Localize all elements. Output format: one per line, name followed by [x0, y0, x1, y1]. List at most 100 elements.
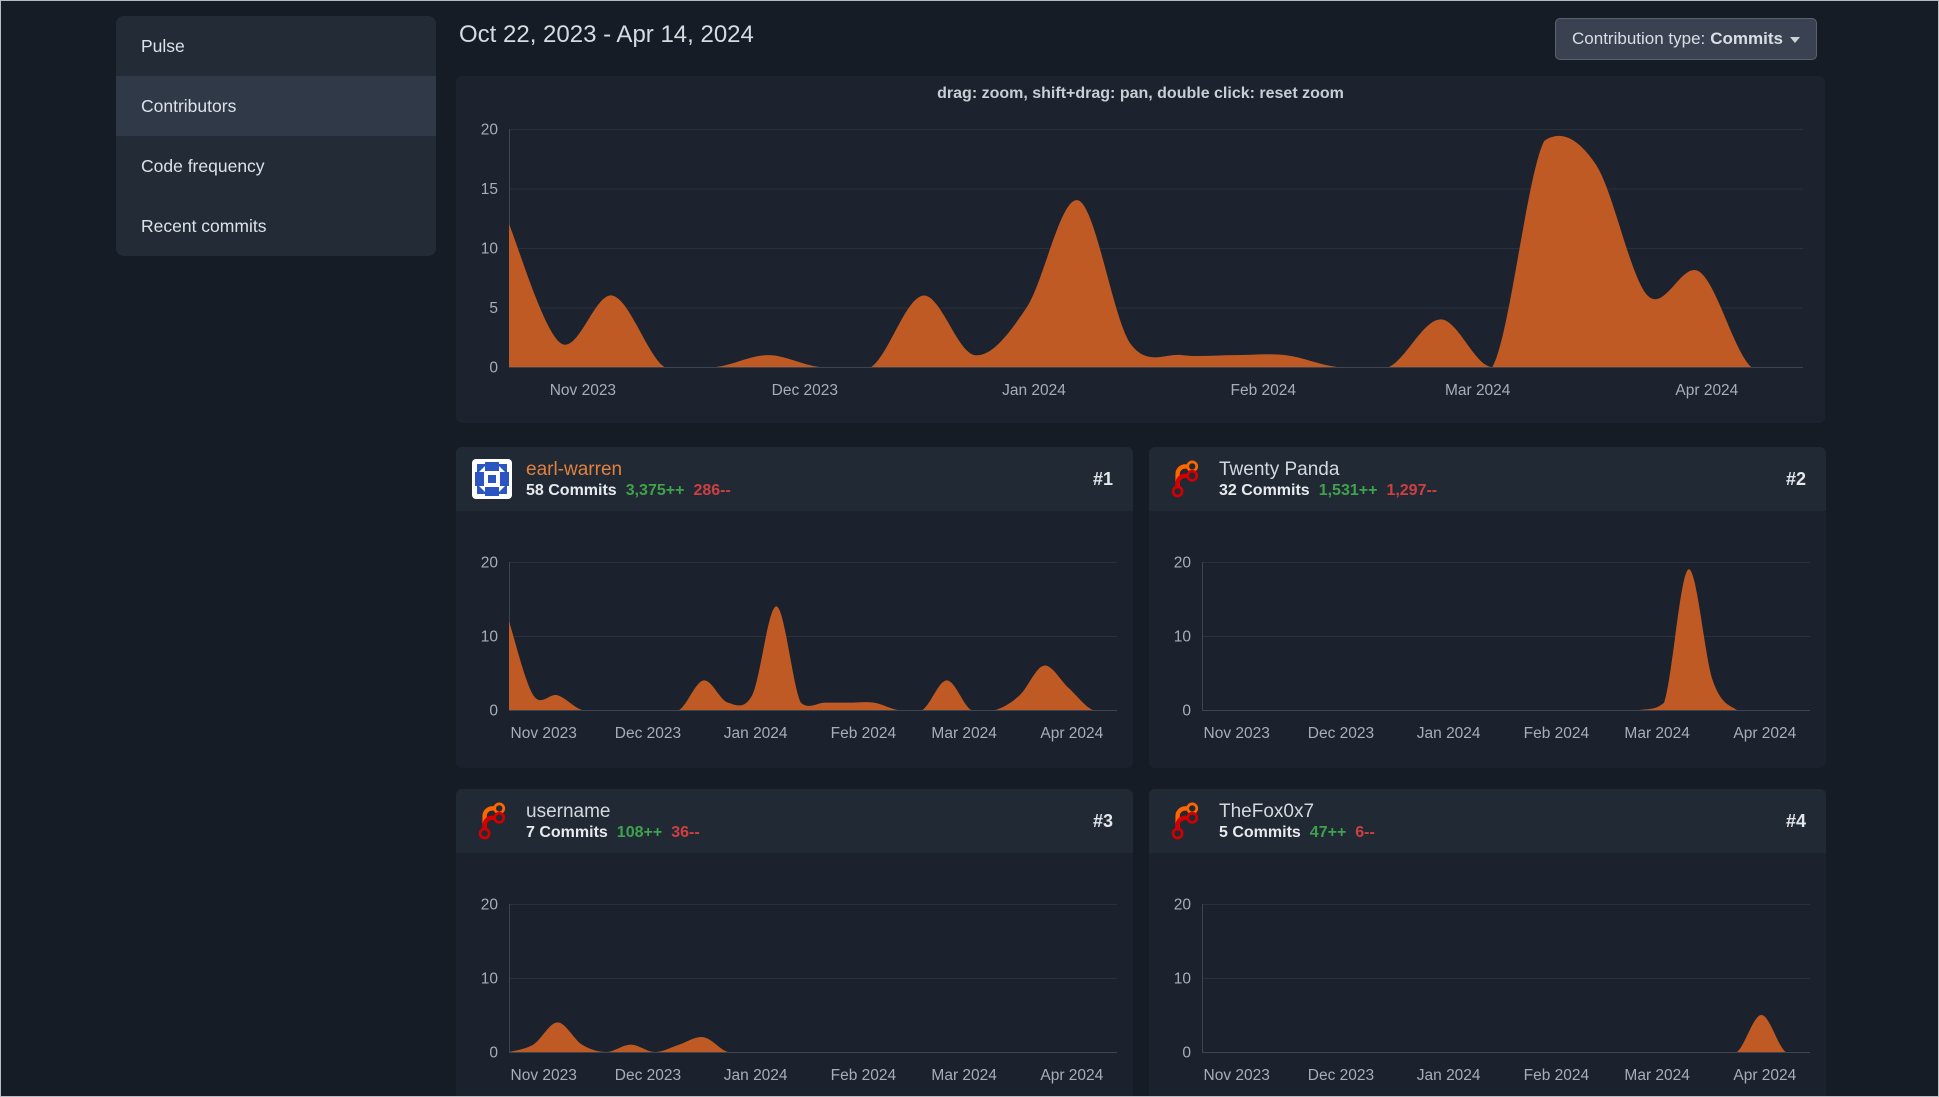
contribution-type-value: Commits: [1710, 29, 1783, 48]
rank-badge: #3: [1092, 810, 1113, 831]
deletions-count: 286--: [693, 481, 731, 499]
svg-text:0: 0: [1182, 1045, 1191, 1062]
contributor-info: TheFox0x7 5 Commits 47++ 6--: [1219, 801, 1375, 842]
chart-zoom-hint: drag: zoom, shift+drag: pan, double clic…: [937, 85, 1344, 102]
sidebar-item-contributors[interactable]: Contributors: [116, 76, 436, 136]
contributor-stats: 7 Commits 108++ 36--: [526, 823, 700, 842]
svg-text:Apr 2024: Apr 2024: [1040, 725, 1103, 742]
forgejo-logo-avatar: [1165, 801, 1205, 841]
contributor-commits-chart[interactable]: 0 10 20 Nov 2023 Dec 2023 Jan 2024 Feb 2024 Mar…: [456, 853, 1133, 1096]
contributor-stats: 32 Commits 1,531++ 1,297--: [1219, 481, 1437, 500]
sidebar-item-recent-commits[interactable]: Recent commits: [116, 196, 436, 256]
svg-text:Jan 2024: Jan 2024: [1417, 725, 1481, 742]
commit-count: 7 Commits: [526, 823, 608, 841]
contributor-card: username 7 Commits 108++ 36-- #3 0 10 20 No…: [456, 789, 1133, 1096]
svg-text:0: 0: [489, 1045, 498, 1062]
sidebar-item-label: Pulse: [141, 35, 185, 56]
svg-text:Dec 2023: Dec 2023: [1308, 1067, 1374, 1084]
contributor-name-link[interactable]: TheFox0x7: [1219, 801, 1375, 823]
svg-text:0: 0: [489, 360, 498, 377]
svg-text:5: 5: [489, 300, 498, 317]
svg-text:Mar 2024: Mar 2024: [931, 725, 997, 742]
svg-text:Jan 2024: Jan 2024: [1002, 382, 1066, 399]
svg-text:Nov 2023: Nov 2023: [511, 725, 577, 742]
svg-text:Nov 2023: Nov 2023: [550, 382, 616, 399]
commit-count: 32 Commits: [1219, 481, 1310, 499]
date-range-title: Oct 22, 2023 - Apr 14, 2024: [459, 21, 754, 48]
svg-text:Feb 2024: Feb 2024: [1524, 725, 1590, 742]
additions-count: 47++: [1309, 823, 1347, 841]
forgejo-logo-image: [478, 802, 506, 840]
svg-text:Mar 2024: Mar 2024: [1624, 1067, 1690, 1084]
svg-text:0: 0: [1182, 703, 1191, 720]
contributor-card: TheFox0x7 5 Commits 47++ 6-- #4 0 10 20 Nov…: [1149, 789, 1826, 1096]
additions-count: 108++: [616, 823, 663, 841]
svg-text:Mar 2024: Mar 2024: [1624, 725, 1690, 742]
forgejo-logo-image: [1171, 802, 1199, 840]
svg-text:Jan 2024: Jan 2024: [724, 725, 788, 742]
svg-text:20: 20: [481, 122, 499, 139]
main-chart-panel: 0 5 10 15 20 Nov 2023 Dec 2023 Jan 2024 Feb 2024…: [456, 76, 1825, 423]
commit-count: 5 Commits: [1219, 823, 1301, 841]
contributor-commits-chart[interactable]: 0 10 20 Nov 2023 Dec 2023 Jan 2024 Feb 2024 Mar…: [1149, 853, 1826, 1096]
forgejo-logo-avatar: [472, 801, 512, 841]
contribution-type-label: Contribution type:: [1572, 29, 1706, 48]
svg-text:Dec 2023: Dec 2023: [1308, 725, 1374, 742]
contributor-commits-chart[interactable]: 0 10 20 Nov 2023 Dec 2023 Jan 2024 Feb 2024 Mar…: [1149, 511, 1826, 768]
svg-text:Dec 2023: Dec 2023: [615, 725, 681, 742]
contributors-page: Pulse Contributors Code frequency Recent…: [0, 0, 1939, 1097]
contributor-stats: 58 Commits 3,375++ 286--: [526, 481, 731, 500]
svg-text:20: 20: [1174, 897, 1192, 914]
svg-text:Feb 2024: Feb 2024: [1524, 1067, 1590, 1084]
svg-text:Nov 2023: Nov 2023: [1204, 1067, 1270, 1084]
contributor-card-header: earl-warren 58 Commits 3,375++ 286-- #1: [456, 447, 1133, 511]
contributor-stats: 5 Commits 47++ 6--: [1219, 823, 1375, 842]
contribution-type-dropdown[interactable]: Contribution type: Commits: [1555, 18, 1817, 60]
svg-text:Mar 2024: Mar 2024: [931, 1067, 997, 1084]
svg-text:10: 10: [481, 629, 499, 646]
commit-count: 58 Commits: [526, 481, 617, 499]
contributor-card: earl-warren 58 Commits 3,375++ 286-- #1 …: [456, 447, 1133, 768]
svg-text:Feb 2024: Feb 2024: [1231, 382, 1297, 399]
contributor-name-link[interactable]: Twenty Panda: [1219, 459, 1437, 481]
svg-text:Apr 2024: Apr 2024: [1675, 382, 1738, 399]
rank-badge: #1: [1092, 468, 1113, 489]
sidebar-item-pulse[interactable]: Pulse: [116, 16, 436, 76]
contributor-name-link[interactable]: username: [526, 801, 700, 823]
svg-text:Mar 2024: Mar 2024: [1445, 382, 1511, 399]
svg-text:20: 20: [481, 897, 499, 914]
sidebar-item-label: Code frequency: [141, 155, 265, 176]
contributor-info: earl-warren 58 Commits 3,375++ 286--: [526, 459, 731, 500]
identicon-avatar: [472, 459, 512, 499]
sidebar-item-label: Recent commits: [141, 215, 267, 236]
contributor-card-header: TheFox0x7 5 Commits 47++ 6-- #4: [1149, 789, 1826, 853]
svg-text:Dec 2023: Dec 2023: [772, 382, 838, 399]
chevron-down-icon: [1790, 37, 1800, 43]
svg-text:20: 20: [481, 555, 499, 572]
additions-count: 1,531++: [1318, 481, 1378, 499]
identicon-avatar-image: [472, 459, 512, 499]
svg-text:Jan 2024: Jan 2024: [1417, 1067, 1481, 1084]
deletions-count: 36--: [671, 823, 700, 841]
contributor-commits-chart[interactable]: 0 10 20 Nov 2023 Dec 2023 Jan 2024 Feb 2024 Mar…: [456, 511, 1133, 768]
sidebar-item-code-frequency[interactable]: Code frequency: [116, 136, 436, 196]
forgejo-logo-avatar: [1165, 459, 1205, 499]
contributor-info: username 7 Commits 108++ 36--: [526, 801, 700, 842]
deletions-count: 1,297--: [1386, 481, 1438, 499]
svg-text:20: 20: [1174, 555, 1192, 572]
svg-text:Feb 2024: Feb 2024: [831, 725, 897, 742]
svg-text:Apr 2024: Apr 2024: [1733, 725, 1796, 742]
svg-text:Apr 2024: Apr 2024: [1733, 1067, 1796, 1084]
svg-text:15: 15: [481, 181, 498, 198]
contributor-info: Twenty Panda 32 Commits 1,531++ 1,297--: [1219, 459, 1437, 500]
contributor-card-header: username 7 Commits 108++ 36-- #3: [456, 789, 1133, 853]
additions-count: 3,375++: [625, 481, 685, 499]
svg-text:Nov 2023: Nov 2023: [1204, 725, 1270, 742]
svg-text:Apr 2024: Apr 2024: [1040, 1067, 1103, 1084]
svg-text:Nov 2023: Nov 2023: [511, 1067, 577, 1084]
contributor-name-link[interactable]: earl-warren: [526, 459, 731, 481]
overall-commits-chart[interactable]: 0 5 10 15 20 Nov 2023 Dec 2023 Jan 2024 Feb 2024…: [456, 76, 1825, 423]
svg-text:Jan 2024: Jan 2024: [724, 1067, 788, 1084]
svg-text:10: 10: [481, 971, 499, 988]
svg-text:10: 10: [1174, 971, 1192, 988]
